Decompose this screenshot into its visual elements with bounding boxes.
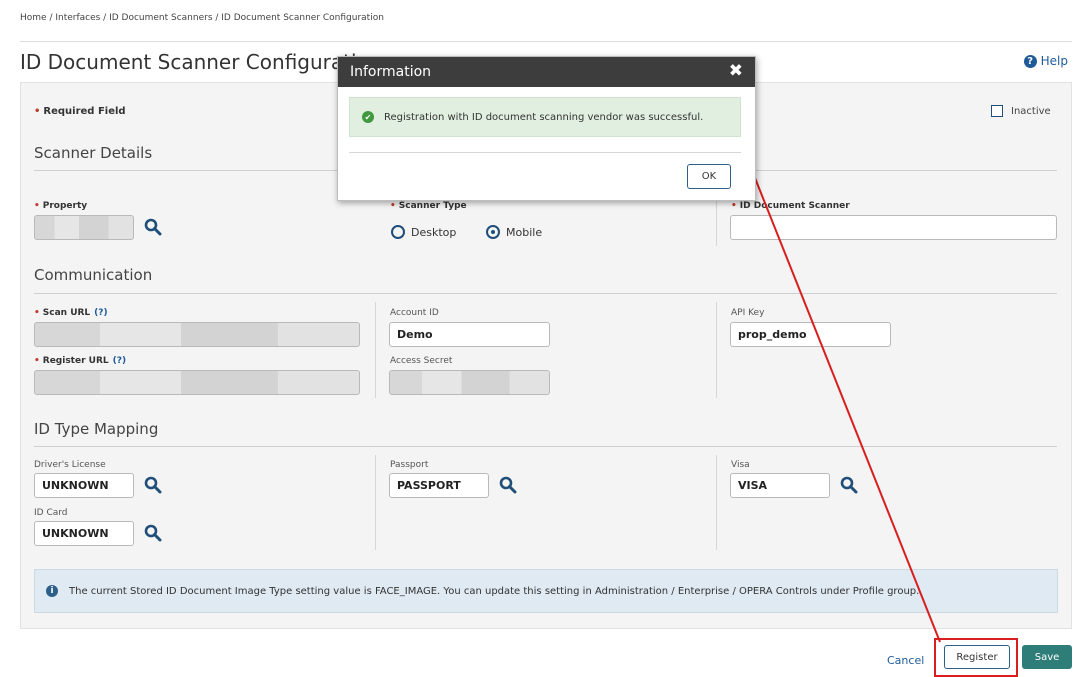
account-id-field[interactable]: Demo bbox=[389, 322, 550, 347]
radio-desktop-label: Desktop bbox=[411, 225, 457, 239]
inactive-label: Inactive bbox=[1011, 105, 1051, 117]
id-document-scanner-field[interactable] bbox=[730, 215, 1057, 240]
register-url-label: • Register URL (?) bbox=[34, 356, 127, 366]
access-secret-label: Access Secret bbox=[390, 356, 453, 366]
page-title: ID Document Scanner Configuration bbox=[20, 50, 382, 74]
radio-desktop[interactable]: Desktop bbox=[391, 225, 456, 239]
section-communication: Communication bbox=[34, 266, 153, 284]
save-button[interactable]: Save bbox=[1022, 645, 1072, 669]
required-field-note: • Required Field bbox=[34, 106, 126, 117]
passport-label: Passport bbox=[390, 460, 429, 470]
dialog-title: Information bbox=[350, 64, 432, 80]
property-label: • Property bbox=[34, 201, 88, 211]
help-link[interactable]: ? Help bbox=[1023, 54, 1068, 68]
drivers-license-label: Driver's License bbox=[34, 460, 106, 470]
id-document-scanner-label: • ID Document Scanner bbox=[731, 201, 850, 211]
drivers-license-field[interactable]: UNKNOWN bbox=[34, 473, 134, 498]
register-highlight-box bbox=[934, 638, 1018, 677]
close-icon[interactable]: ✖ bbox=[729, 61, 743, 81]
visa-field[interactable]: VISA bbox=[730, 473, 830, 498]
ok-button[interactable]: OK bbox=[687, 164, 731, 189]
breadcrumb[interactable]: Home / Interfaces / ID Document Scanners… bbox=[20, 13, 384, 23]
info-icon: i bbox=[46, 585, 58, 597]
scan-url-label: • Scan URL (?) bbox=[34, 308, 108, 318]
radio-mobile-label: Mobile bbox=[506, 225, 543, 239]
access-secret-field[interactable] bbox=[389, 370, 550, 395]
scan-url-field[interactable] bbox=[34, 322, 360, 347]
scanner-type-label: • Scanner Type bbox=[390, 201, 467, 211]
help-label: Help bbox=[1040, 54, 1068, 68]
information-dialog: Information ✖ ✔ Registration with ID doc… bbox=[337, 56, 756, 201]
section-divider bbox=[34, 293, 1057, 294]
column-divider bbox=[375, 455, 376, 550]
section-scanner-details: Scanner Details bbox=[34, 144, 153, 162]
help-icon: ? bbox=[1023, 54, 1037, 68]
api-key-field[interactable]: prop_demo bbox=[730, 322, 891, 347]
check-circle-icon: ✔ bbox=[362, 111, 374, 123]
property-field[interactable] bbox=[34, 215, 134, 240]
success-message-box: ✔ Registration with ID document scanning… bbox=[349, 97, 741, 137]
register-url-field[interactable] bbox=[34, 370, 360, 395]
column-divider bbox=[716, 302, 717, 398]
info-message: The current Stored ID Document Image Typ… bbox=[69, 585, 920, 597]
radio-mobile[interactable]: Mobile bbox=[486, 225, 542, 239]
info-banner: i The current Stored ID Document Image T… bbox=[34, 569, 1058, 613]
visa-label: Visa bbox=[731, 460, 750, 470]
section-id-type-mapping: ID Type Mapping bbox=[34, 420, 159, 438]
dialog-header: Information bbox=[338, 57, 755, 87]
drivers-license-search-icon[interactable] bbox=[144, 476, 162, 494]
register-url-help-link[interactable]: (?) bbox=[113, 356, 126, 366]
id-card-field[interactable]: UNKNOWN bbox=[34, 521, 134, 546]
inactive-toggle[interactable]: Inactive bbox=[991, 105, 1051, 117]
header-divider bbox=[20, 41, 1072, 42]
cancel-link[interactable]: Cancel bbox=[887, 654, 924, 667]
required-field-label: Required Field bbox=[43, 106, 126, 117]
inactive-checkbox[interactable] bbox=[991, 105, 1003, 117]
section-divider bbox=[34, 446, 1057, 447]
passport-search-icon[interactable] bbox=[499, 476, 517, 494]
visa-search-icon[interactable] bbox=[840, 476, 858, 494]
dialog-divider bbox=[349, 152, 741, 153]
radio-desktop-indicator[interactable] bbox=[391, 225, 405, 239]
id-card-label: ID Card bbox=[34, 508, 68, 518]
id-card-search-icon[interactable] bbox=[144, 524, 162, 542]
radio-mobile-indicator[interactable] bbox=[486, 225, 500, 239]
passport-field[interactable]: PASSPORT bbox=[389, 473, 489, 498]
api-key-label: API Key bbox=[731, 308, 765, 318]
property-search-icon[interactable] bbox=[144, 218, 162, 236]
column-divider bbox=[716, 196, 717, 246]
column-divider bbox=[716, 455, 717, 550]
account-id-label: Account ID bbox=[390, 308, 439, 318]
scan-url-help-link[interactable]: (?) bbox=[94, 308, 107, 318]
column-divider bbox=[375, 302, 376, 398]
dialog-message: Registration with ID document scanning v… bbox=[384, 111, 704, 123]
